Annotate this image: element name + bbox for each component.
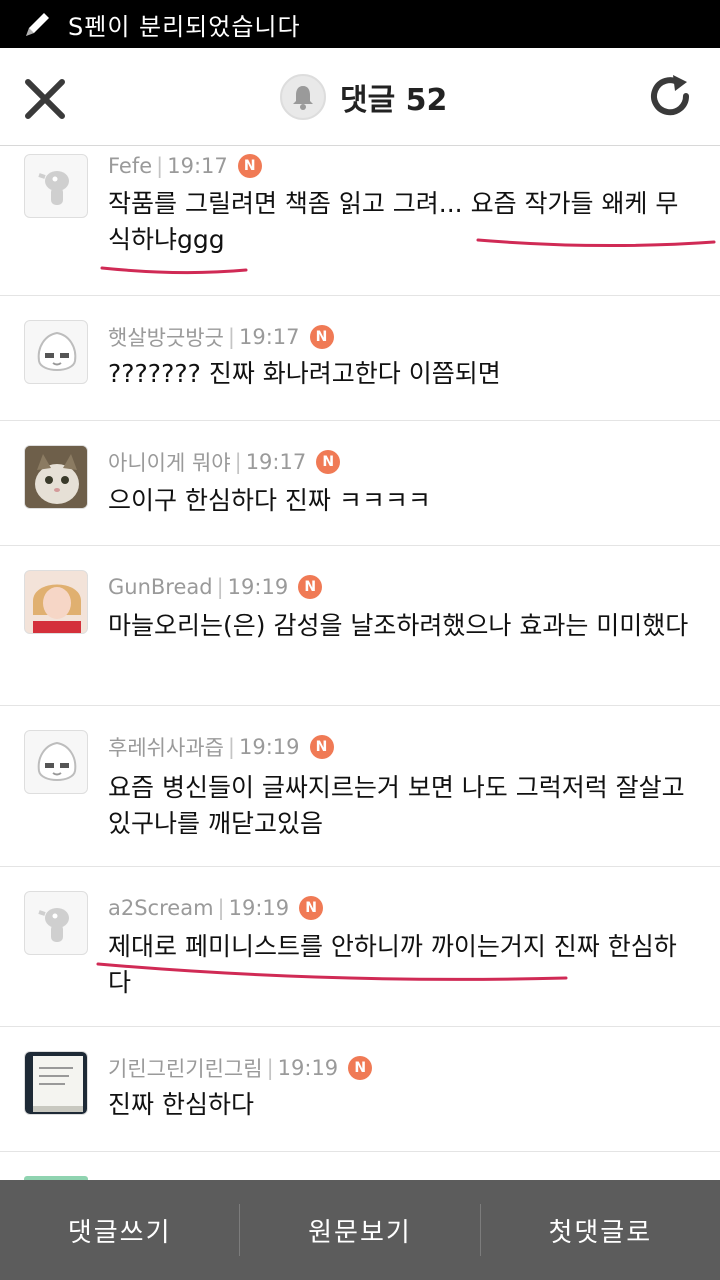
new-badge: N [298,575,323,599]
refresh-icon[interactable] [646,72,696,124]
author-name: Fefe [108,154,153,178]
comment-time: 19:19 [227,575,289,599]
bottom-bar: 댓글쓰기 원문보기 첫댓글로 [0,1180,720,1280]
comment-item[interactable]: 후레쉬사과즙 | 19:19 N 요즘 병신들이 글싸지르는거 보면 나도 그럭… [0,706,720,867]
comment-item[interactable]: a2Scream | 19:19 N 제대로 페미니스트를 안하니까 까이는거지… [0,867,720,1027]
person-photo-icon [25,571,87,633]
first-comment-button[interactable]: 첫댓글로 [481,1180,720,1280]
comment-text: ??????? 진짜 화나려고한다 이쯤되면 [108,359,501,388]
avatar[interactable] [24,891,88,955]
cat-photo-icon [25,446,87,508]
page-title: 댓글 52 [340,83,448,118]
avatar[interactable] [24,154,88,218]
author-name: 아니이게 뭐야 [108,451,231,475]
comment-time: 19:19 [228,896,290,920]
header: 댓글 52 [0,48,720,146]
new-badge: N [309,735,334,759]
view-original-button[interactable]: 원문보기 [240,1180,479,1280]
comment-meta: 후레쉬사과즙 | 19:19 N [108,732,334,762]
comment-time: 19:17 [167,154,228,178]
new-badge: N [309,325,334,349]
author-name: 햇살방긋방긋 [108,326,224,350]
comment-text: 으이구 한심하다 진짜 ㅋㅋㅋㅋ [108,486,431,515]
peach-character-icon [37,741,77,781]
comment-item[interactable]: 햇살방긋방긋 | 19:17 N ??????? 진짜 화나려고한다 이쯤되면 [0,296,720,421]
peach-character-icon [37,331,77,371]
paper-photo-icon [25,1052,87,1114]
comment-list[interactable]: Fefe | 19:17 N 작품를 그릴려면 책좀 읽고 그려... 요즘 작… [0,146,720,1180]
avatar[interactable] [24,730,88,794]
new-badge: N [237,154,262,178]
title-group: 댓글 52 [280,72,447,122]
comment-item[interactable]: Fefe | 19:17 N 작품를 그릴려면 책좀 읽고 그려... 요즘 작… [0,146,720,296]
new-badge: N [348,1056,373,1080]
comment-meta: 햇살방긋방긋 | 19:17 N [108,322,334,352]
comment-meta: a2Scream | 19:19 N [108,893,324,923]
new-badge: N [316,450,341,474]
divider: | [266,1056,274,1080]
comment-meta: 아니이게 뭐야 | 19:17 N [108,447,341,477]
comment-time: 19:19 [239,735,300,759]
comment-text: 제대로 페미니스트를 안하니까 까이는거지 진짜 한심하다 [108,932,677,997]
comment-text: 마늘오리는(은) 감성을 날조하려했으나 효과는 미미했다 [108,611,689,640]
comment-meta: GunBread | 19:19 N [108,572,323,602]
avatar[interactable] [24,1051,88,1115]
avatar[interactable] [24,320,88,384]
divider: | [227,325,235,349]
author-name: 후레쉬사과즙 [108,736,224,760]
author-name: GunBread [108,575,213,599]
author-name: a2Scream [108,896,214,920]
comment-item[interactable]: 기린그린기린그림 | 19:19 N 진짜 한심하다 [0,1027,720,1152]
close-icon[interactable] [22,76,68,122]
comment-item[interactable]: GunBread | 19:19 N 마늘오리는(은) 감성을 날조하려했으나 … [0,546,720,706]
comment-text: 요즘 병신들이 글싸지르는거 보면 나도 그럭저럭 잘살고있구나를 깨닫고있음 [108,773,685,838]
comment-meta: 기린그린기린그림 | 19:19 N [108,1053,373,1083]
default-character-icon [38,908,69,942]
divider: | [234,450,242,474]
author-name: 기린그린기린그림 [108,1057,263,1081]
write-comment-button[interactable]: 댓글쓰기 [0,1180,239,1280]
comment-text: 작품를 그릴려면 책좀 읽고 그려... 요즘 작가들 왜케 무식하냐ggg [108,189,679,254]
status-text: S펜이 분리되었습니다 [68,12,301,41]
divider: | [227,735,235,759]
avatar[interactable] [24,570,88,634]
pen-icon [26,13,49,36]
divider: | [156,154,164,178]
divider: | [216,575,224,599]
comment-meta: Fefe | 19:17 N [108,151,262,181]
comment-item[interactable]: 아니이게 뭐야 | 19:17 N 으이구 한심하다 진짜 ㅋㅋㅋㅋ [0,421,720,546]
comment-time: 19:19 [277,1056,339,1080]
new-badge: N [299,896,324,920]
comment-text: 진짜 한심하다 [108,1090,254,1119]
status-bar: S펜이 분리되었습니다 [0,0,720,48]
divider: | [217,896,225,920]
bell-icon[interactable] [280,74,326,120]
comment-time: 19:17 [245,450,307,474]
comment-time: 19:17 [239,325,300,349]
avatar[interactable] [24,445,88,509]
default-character-icon [38,171,69,205]
